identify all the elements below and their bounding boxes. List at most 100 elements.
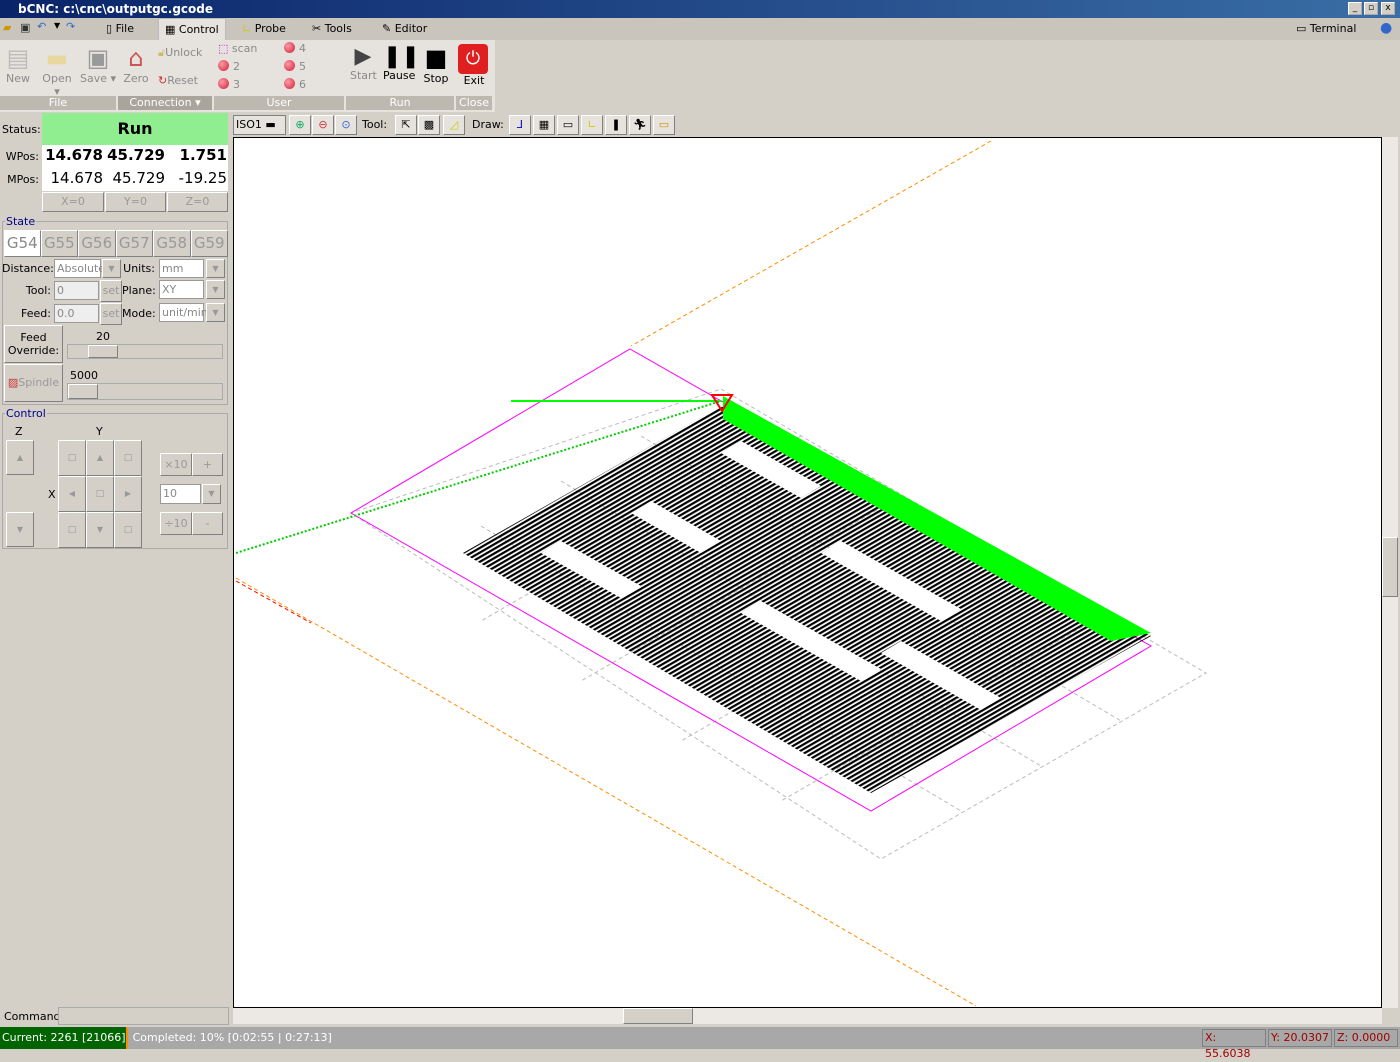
gcode-canvas[interactable] bbox=[233, 137, 1382, 1008]
feed-input[interactable]: 0.0 bbox=[54, 304, 99, 323]
undo-icon[interactable]: ↶ bbox=[37, 20, 46, 33]
draw-probe-button[interactable]: ∟ bbox=[581, 115, 603, 135]
zoom-fit-button[interactable]: ⊙ bbox=[335, 115, 357, 135]
y-coordinate: Y: 20.0307 bbox=[1268, 1029, 1332, 1047]
jog-center-button[interactable]: □ bbox=[86, 476, 114, 512]
feed-override-slider[interactable] bbox=[67, 344, 223, 359]
tool-input[interactable]: 0 bbox=[54, 281, 99, 300]
feed-set-button[interactable]: set bbox=[100, 303, 122, 325]
help-icon[interactable]: ● bbox=[1380, 20, 1392, 36]
slider-handle[interactable] bbox=[68, 384, 98, 399]
jog-y-minus-button[interactable]: ▼ bbox=[86, 512, 114, 548]
scrollbar-thumb[interactable] bbox=[623, 1008, 693, 1024]
group-connection[interactable]: Connection ▾ bbox=[118, 96, 212, 110]
pan-tool-button[interactable]: ▩ bbox=[418, 115, 440, 135]
draw-axes-button[interactable]: ⅃ bbox=[509, 115, 531, 135]
tab-probe[interactable]: ∟ Probe bbox=[236, 18, 292, 40]
pause-button[interactable]: ❚❚ Pause bbox=[383, 44, 420, 82]
units-dropdown[interactable]: ▼ bbox=[206, 259, 225, 278]
zero-z-button[interactable]: Z=0 bbox=[167, 192, 228, 212]
tool-set-button[interactable]: set bbox=[100, 280, 122, 302]
mode-dropdown[interactable]: ▼ bbox=[206, 303, 225, 322]
stop-button[interactable]: ■ Stop bbox=[422, 44, 450, 85]
zero-x-button[interactable]: X=0 bbox=[42, 192, 104, 212]
wcs-g56[interactable]: G56 bbox=[78, 230, 116, 257]
feed-override-button[interactable]: Feed Override: bbox=[4, 325, 63, 363]
minimize-button[interactable]: _ bbox=[1348, 2, 1362, 15]
wcs-g59[interactable]: G59 bbox=[190, 230, 228, 257]
jog-y-plus-button[interactable]: ▲ bbox=[86, 440, 114, 476]
user-button-2[interactable]: 2 bbox=[218, 60, 240, 73]
jog-up-right-button[interactable]: □ bbox=[114, 440, 142, 476]
open-button[interactable]: ▬ Open ▾ bbox=[38, 44, 76, 98]
tab-control[interactable]: ▦ Control bbox=[158, 18, 226, 40]
jog-down-left-button[interactable]: □ bbox=[58, 512, 86, 548]
reset-button[interactable]: ↻Reset bbox=[158, 74, 198, 87]
tab-editor[interactable]: ✎ Editor bbox=[376, 18, 433, 40]
zoom-out-button[interactable]: ⊖ bbox=[312, 115, 334, 135]
zoom-in-button[interactable]: ⊕ bbox=[289, 115, 311, 135]
plane-select[interactable]: XY bbox=[159, 280, 204, 299]
wcs-g57[interactable]: G57 bbox=[115, 230, 154, 257]
wcs-g55[interactable]: G55 bbox=[40, 230, 79, 257]
spindle-button[interactable]: ▨Spindle bbox=[4, 364, 63, 402]
jog-x-minus-button[interactable]: ◀ bbox=[58, 476, 86, 512]
tab-tools[interactable]: ✂ Tools bbox=[306, 18, 358, 40]
horizontal-scrollbar[interactable] bbox=[233, 1008, 1382, 1024]
draw-rapid-button[interactable]: 🏃︎ bbox=[629, 115, 651, 135]
draw-camera-button[interactable]: ▭ bbox=[653, 115, 675, 135]
mode-select[interactable]: unit/min bbox=[159, 303, 208, 322]
save-icon[interactable]: ▣ bbox=[20, 21, 30, 34]
user-button-3[interactable]: 3 bbox=[218, 78, 240, 91]
tab-file[interactable]: ▯ File bbox=[100, 18, 140, 40]
draw-margin-button[interactable]: ▭ bbox=[557, 115, 579, 135]
scrollbar-thumb[interactable] bbox=[1382, 537, 1398, 597]
new-button[interactable]: ▤ New bbox=[4, 44, 32, 85]
command-input[interactable] bbox=[58, 1007, 229, 1025]
open-icon[interactable]: ▰ bbox=[3, 21, 11, 34]
terminal-button[interactable]: ▭ Terminal bbox=[1290, 18, 1362, 40]
start-button[interactable]: ▶ Start bbox=[350, 44, 377, 82]
step-divide-button[interactable]: ÷10 bbox=[160, 512, 192, 535]
zero-button[interactable]: ⌂ Zero bbox=[120, 44, 152, 85]
units-select[interactable]: mm bbox=[159, 259, 204, 278]
jog-x-plus-button[interactable]: ▶ bbox=[114, 476, 142, 512]
unlock-button[interactable]: 🔓︎Unlock bbox=[158, 46, 202, 60]
z-down-button[interactable]: ▼ bbox=[6, 512, 34, 547]
wcs-g58[interactable]: G58 bbox=[153, 230, 191, 257]
redo-icon[interactable]: ↷ bbox=[66, 20, 75, 33]
wcs-g54[interactable]: G54 bbox=[4, 230, 41, 257]
user-button-scan[interactable]: ⬚ scan bbox=[218, 42, 257, 55]
step-increase-button[interactable]: + bbox=[192, 453, 223, 476]
distance-select[interactable]: Absolute bbox=[54, 259, 105, 278]
start-label: Start bbox=[350, 69, 377, 82]
user-button-5[interactable]: 5 bbox=[284, 60, 306, 73]
select-tool-button[interactable]: ⇱ bbox=[395, 115, 417, 135]
step-input[interactable]: 10 bbox=[160, 484, 201, 504]
draw-grid-button[interactable]: ▦ bbox=[533, 115, 555, 135]
view-value: ISO1 bbox=[236, 118, 262, 131]
step-multiply-button[interactable]: ×10 bbox=[160, 453, 192, 476]
user-button-4[interactable]: 4 bbox=[284, 42, 306, 55]
ruler-tool-button[interactable]: ◿ bbox=[443, 115, 465, 135]
z-up-button[interactable]: ▲ bbox=[6, 440, 34, 475]
exit-button[interactable]: ⏻ Exit bbox=[458, 44, 490, 87]
spindle-slider[interactable] bbox=[67, 383, 223, 400]
view-select[interactable]: ISO1 ▬ bbox=[233, 115, 286, 135]
undo-dropdown-icon[interactable]: ▼ bbox=[54, 21, 60, 30]
plane-dropdown[interactable]: ▼ bbox=[206, 280, 225, 299]
draw-workarea-button[interactable]: ❚ bbox=[605, 115, 627, 135]
vertical-scrollbar[interactable] bbox=[1382, 137, 1398, 1008]
save-button[interactable]: ▣ Save ▾ bbox=[79, 44, 117, 85]
step-dropdown[interactable]: ▼ bbox=[202, 484, 221, 504]
folder-icon: ▬ bbox=[45, 44, 69, 72]
slider-handle[interactable] bbox=[88, 345, 118, 358]
user-button-6[interactable]: 6 bbox=[284, 78, 306, 91]
maximize-button[interactable]: ▫ bbox=[1364, 2, 1378, 15]
distance-dropdown[interactable]: ▼ bbox=[102, 259, 121, 278]
jog-down-right-button[interactable]: □ bbox=[114, 512, 142, 548]
step-decrease-button[interactable]: - bbox=[192, 512, 223, 535]
zero-y-button[interactable]: Y=0 bbox=[105, 192, 166, 212]
close-button[interactable]: x bbox=[1381, 2, 1395, 15]
jog-up-left-button[interactable]: □ bbox=[58, 440, 86, 476]
